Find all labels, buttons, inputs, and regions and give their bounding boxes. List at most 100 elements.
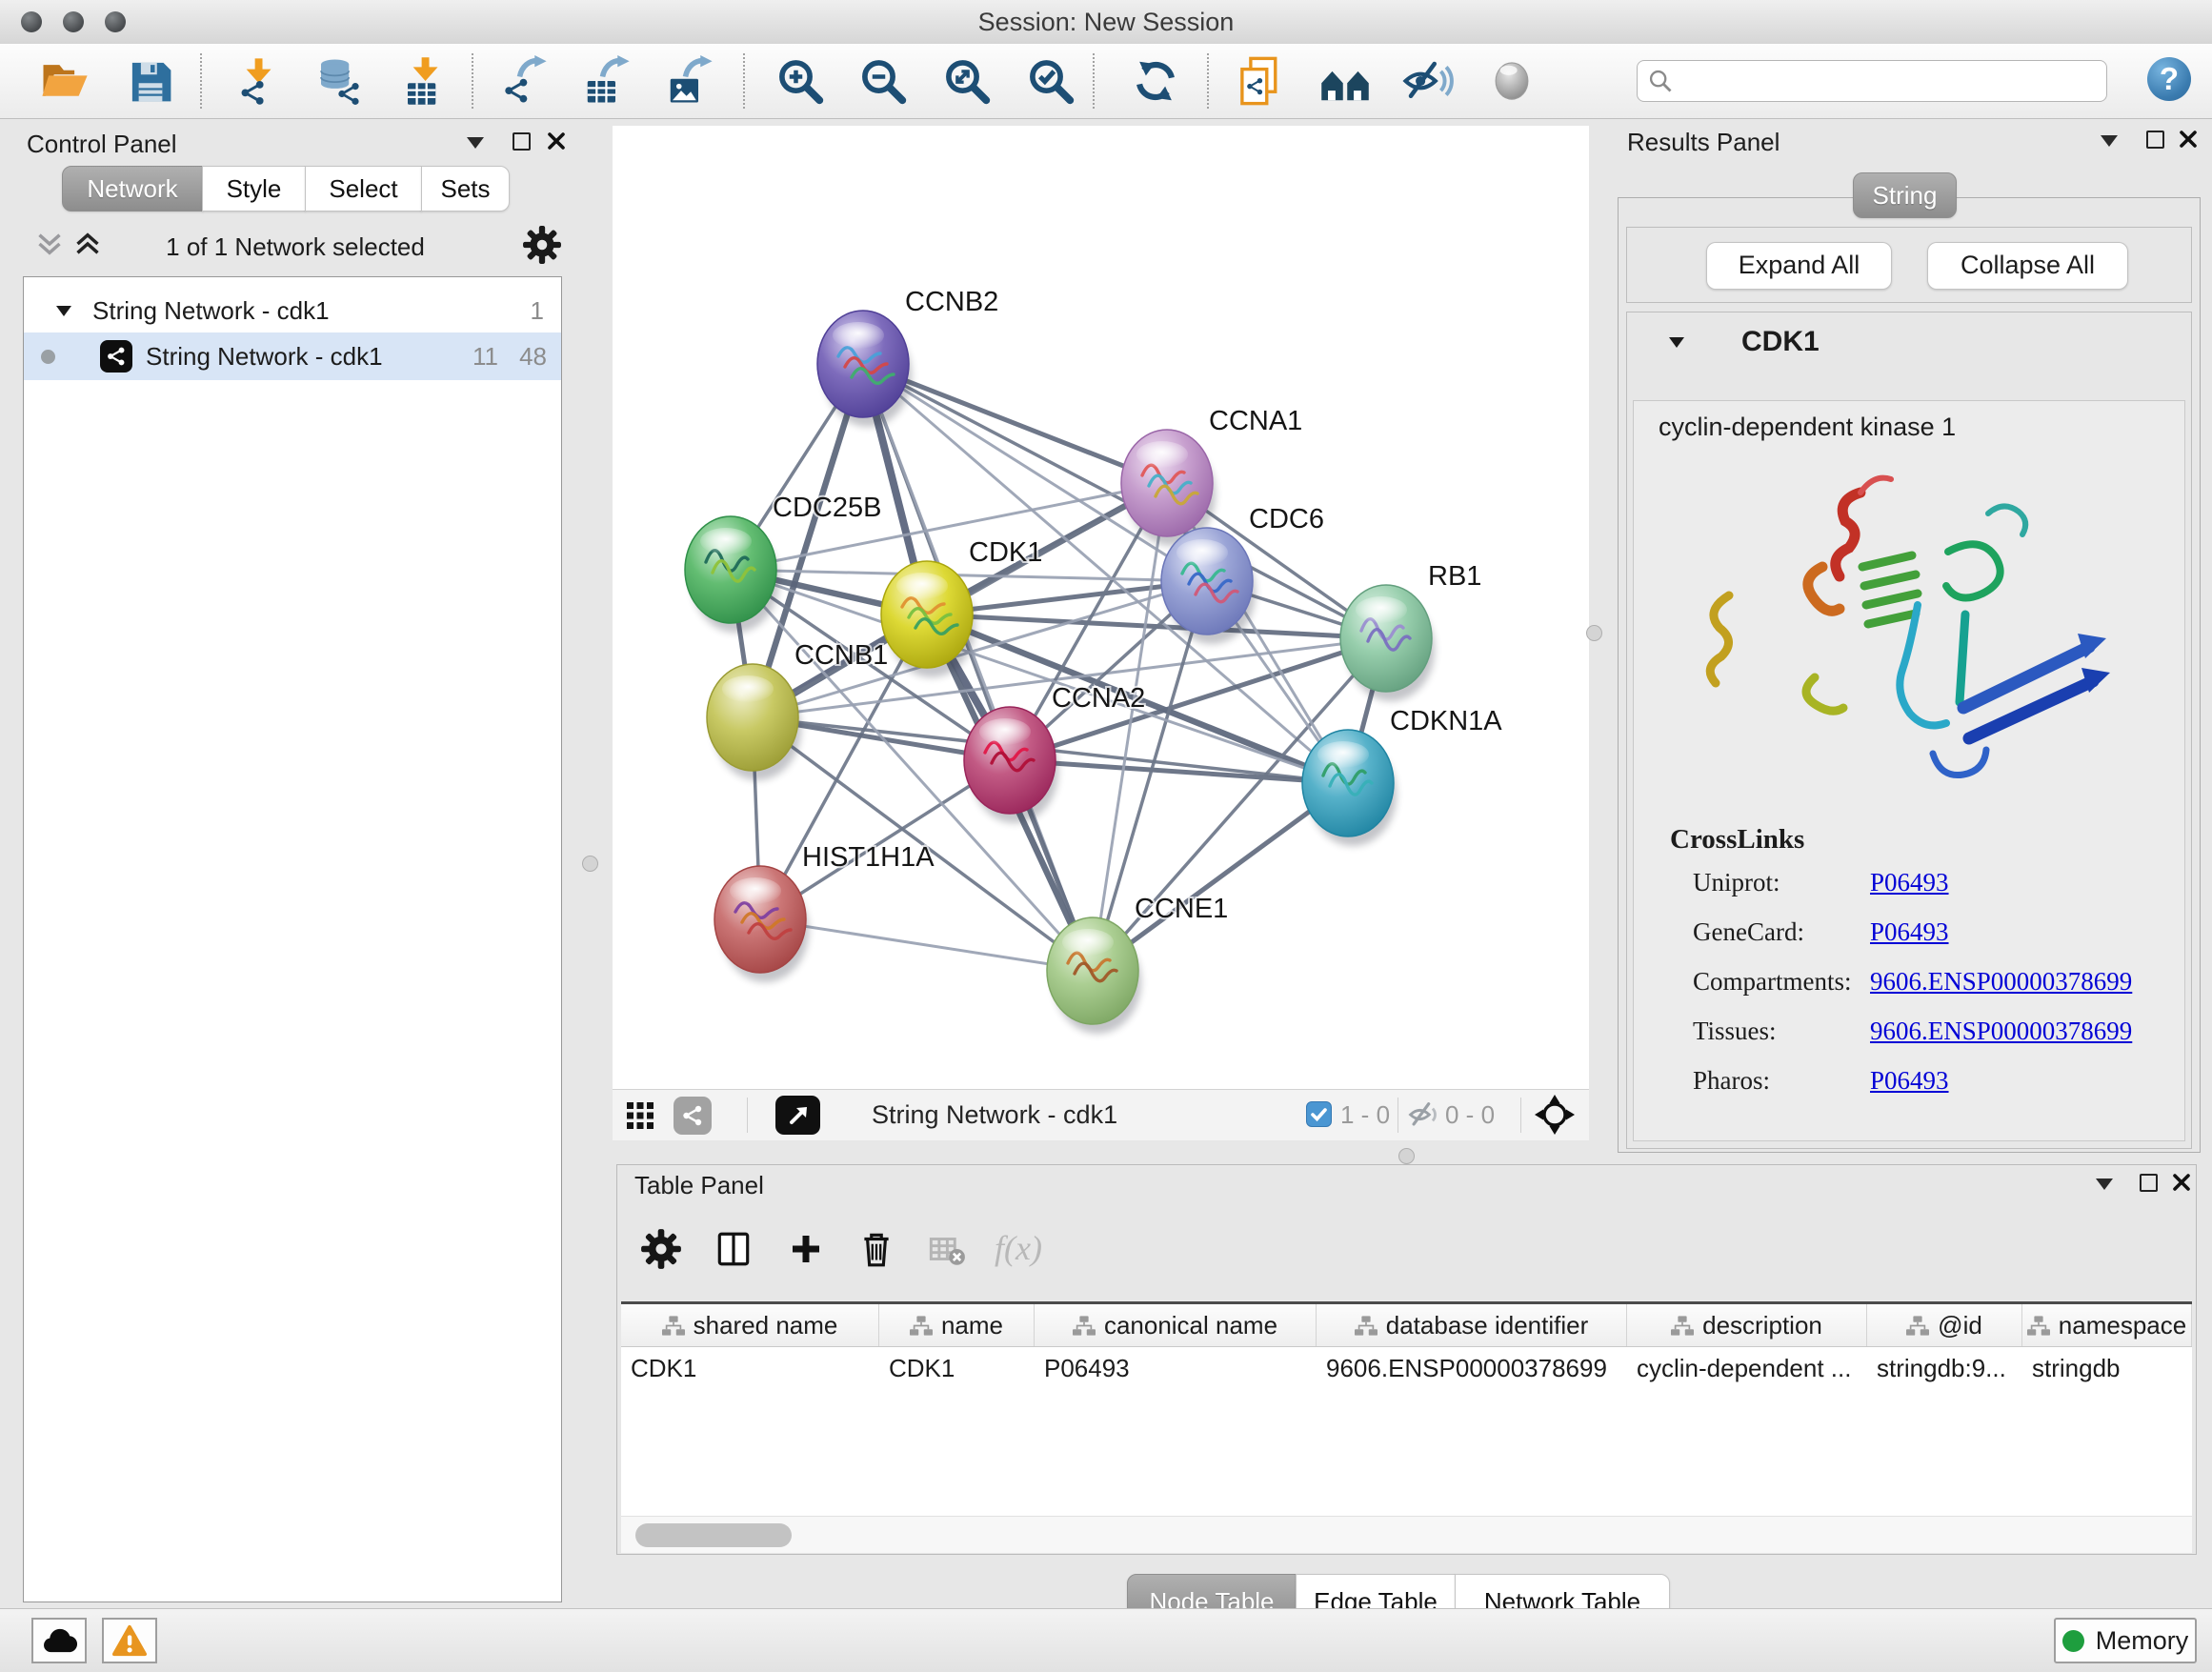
node-label: CCNB1 (794, 640, 888, 671)
crosslink-link[interactable]: 9606.ENSP00000378699 (1870, 967, 2132, 997)
results-panel-close-icon[interactable] (2179, 130, 2198, 149)
tab-sets[interactable]: Sets (421, 166, 510, 212)
control-panel: Control Panel NetworkStyleSelectSets 1 o… (10, 128, 573, 1608)
birds-eye-view-icon[interactable] (1534, 1094, 1576, 1136)
help-button[interactable]: ? (2147, 57, 2191, 101)
network-home-button[interactable] (1316, 51, 1375, 111)
control-panel-close-icon[interactable] (547, 131, 566, 151)
zoom-out-button[interactable] (854, 51, 913, 111)
external-arrow-icon (786, 1103, 811, 1128)
network-node-CCNB1[interactable]: CCNB1 (707, 640, 888, 780)
network-node-HIST1H1A[interactable]: HIST1H1A (714, 842, 935, 982)
column-header-description[interactable]: description (1627, 1304, 1867, 1346)
table-row[interactable]: CDK1CDK1P064939606.ENSP00000378699cyclin… (621, 1347, 2192, 1389)
export-table-button[interactable] (577, 51, 636, 111)
import-database-icon (312, 55, 364, 107)
import-table-file-button[interactable] (395, 51, 454, 111)
crosslink-label: Compartments: (1693, 967, 1851, 997)
add-column-button[interactable] (779, 1222, 833, 1276)
crosslink-link[interactable]: P06493 (1870, 917, 1949, 947)
crosslink-row: GeneCard:P06493 (1634, 917, 2184, 967)
export-image-button[interactable] (660, 51, 719, 111)
save-floppy-icon (125, 55, 176, 107)
table-horizontal-scrollbar[interactable] (621, 1516, 2192, 1553)
cloud-status-button[interactable] (31, 1618, 87, 1663)
crosslink-link[interactable]: P06493 (1870, 868, 1949, 897)
network-canvas[interactable]: CCNB2CCNA1CDC25BCDK1CDC6RB1CCNB1CCNA2CDK… (613, 126, 1589, 1089)
refresh-view-button[interactable] (1126, 51, 1185, 111)
network-type-button[interactable] (674, 1097, 712, 1135)
column-header-sharedname[interactable]: shared name (621, 1304, 879, 1346)
zoom-in-button[interactable] (771, 51, 830, 111)
bottom-splitter-handle[interactable] (1398, 1148, 1415, 1164)
expand-all-tree-icon[interactable] (72, 231, 103, 257)
open-session-button[interactable] (35, 51, 94, 111)
open-in-new-window-button[interactable] (775, 1096, 820, 1135)
search-input[interactable] (1674, 66, 2097, 97)
warnings-button[interactable] (102, 1618, 157, 1663)
save-session-button[interactable] (121, 51, 180, 111)
eye-disabled-icon (1486, 55, 1538, 107)
node-label: HIST1H1A (802, 842, 935, 873)
network-node-count: 11 (473, 342, 498, 372)
column-header-canonicalname[interactable]: canonical name (1035, 1304, 1317, 1346)
control-panel-float-icon[interactable] (513, 132, 531, 151)
network-row-selected[interactable]: String Network - cdk1 11 48 (24, 332, 561, 380)
control-panel-menu-icon[interactable] (467, 137, 484, 149)
table-panel-title: Table Panel (634, 1171, 764, 1200)
network-node-CDKN1A[interactable]: CDKN1A (1302, 706, 1502, 846)
zoom-selected-button[interactable] (1021, 51, 1080, 111)
show-all-button[interactable] (1482, 51, 1541, 111)
crosslink-label: Tissues: (1693, 1017, 1777, 1046)
collapse-all-tree-icon[interactable] (34, 231, 65, 257)
column-header-name[interactable]: name (879, 1304, 1035, 1346)
search-field[interactable] (1637, 60, 2107, 102)
table-settings-button[interactable] (634, 1222, 688, 1276)
collection-expander-icon[interactable] (56, 306, 71, 316)
zoom-fit-button[interactable] (937, 51, 996, 111)
tab-select[interactable]: Select (305, 166, 422, 212)
table-header-row: shared namenamecanonical namedatabase id… (621, 1304, 2192, 1347)
tab-style[interactable]: Style (202, 166, 306, 212)
share-document-button[interactable] (1231, 51, 1290, 111)
left-splitter-handle[interactable] (582, 856, 598, 872)
selected-checkbox-icon[interactable] (1306, 1101, 1332, 1127)
crosslink-link[interactable]: 9606.ENSP00000378699 (1870, 1017, 2132, 1046)
column-header-namespace[interactable]: namespace (2022, 1304, 2192, 1346)
table-panel-close-icon[interactable] (2172, 1173, 2191, 1192)
delete-column-button[interactable] (850, 1222, 903, 1276)
crosslink-label: Uniprot: (1693, 868, 1780, 897)
network-collection-row[interactable]: String Network - cdk1 1 (24, 291, 561, 332)
export-network-button[interactable] (494, 51, 553, 111)
gene-section-expander-icon[interactable] (1669, 337, 1684, 348)
results-panel-menu-icon[interactable] (2101, 135, 2118, 147)
scrollbar-thumb[interactable] (635, 1523, 792, 1547)
hide-selection-button[interactable] (1398, 51, 1458, 111)
collection-count: 1 (531, 296, 544, 326)
memory-button[interactable]: Memory (2054, 1618, 2197, 1663)
tab-string[interactable]: String (1853, 172, 1957, 218)
import-network-file-button[interactable] (229, 51, 288, 111)
results-panel-float-icon[interactable] (2146, 131, 2164, 149)
node-label: CDKN1A (1390, 706, 1502, 736)
import-network-database-button[interactable] (309, 51, 368, 111)
network-node-RB1[interactable]: RB1 (1340, 561, 1481, 701)
table-panel-menu-icon[interactable] (2096, 1178, 2113, 1190)
collapse-all-button[interactable]: Collapse All (1927, 242, 2128, 290)
network-node-CCNE1[interactable]: CCNE1 (1047, 894, 1228, 1034)
control-panel-gear-icon[interactable] (522, 225, 562, 265)
network-node-CDK1[interactable]: CDK1 (881, 537, 1042, 677)
column-header-id[interactable]: @id (1867, 1304, 2022, 1346)
show-columns-button[interactable] (707, 1222, 760, 1276)
table-panel-float-icon[interactable] (2140, 1174, 2158, 1192)
column-header-databaseidentifier[interactable]: database identifier (1317, 1304, 1627, 1346)
results-panel-title: Results Panel (1627, 128, 1780, 157)
selected-count-badge: 1 - 0 (1340, 1100, 1390, 1130)
tab-network[interactable]: Network (62, 166, 203, 212)
crosslink-link[interactable]: P06493 (1870, 1066, 1949, 1096)
node-label: CCNA1 (1209, 406, 1302, 436)
export-table-icon (581, 55, 633, 107)
toolbar-separator (1207, 53, 1209, 109)
show-grid-button[interactable] (622, 1098, 658, 1134)
expand-all-button[interactable]: Expand All (1706, 242, 1892, 290)
